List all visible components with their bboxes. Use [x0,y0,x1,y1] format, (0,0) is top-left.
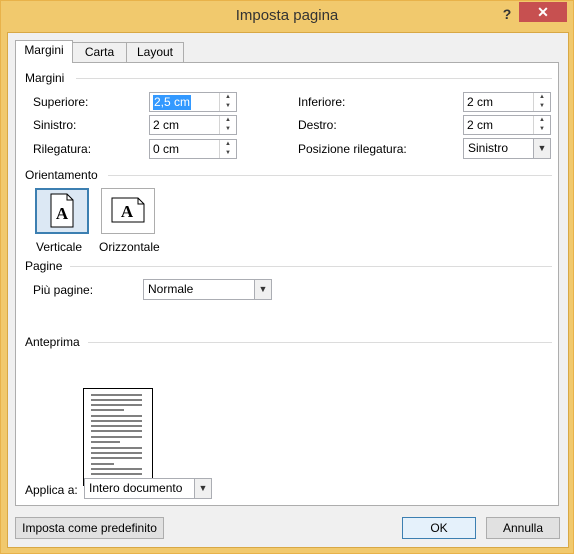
portrait-label[interactable]: Verticale [36,239,82,255]
divider [88,342,552,343]
spin-down-icon[interactable]: ▼ [220,125,236,134]
gutter-field[interactable]: 0 cm ▲ ▼ [149,139,237,159]
portrait-letter: A [56,204,69,223]
right-margin-label: Destro: [298,118,337,132]
right-margin-field[interactable]: 2 cm ▲ ▼ [463,115,551,135]
close-icon[interactable]: ✕ [519,2,567,22]
bottom-margin-label: Inferiore: [298,95,346,109]
dialog-body: Margini Carta Layout Margini Superiore: … [7,32,569,548]
spin-down-icon[interactable]: ▼ [220,102,236,111]
multiple-pages-value: Normale [148,282,194,296]
landscape-button[interactable]: A [101,188,155,234]
gutter-position-label: Posizione rilegatura: [298,142,407,156]
spin-up-icon[interactable]: ▲ [220,116,236,125]
bottom-margin-value: 2 cm [467,95,494,109]
left-margin-field[interactable]: 2 cm ▲ ▼ [149,115,237,135]
landscape-letter: A [121,202,134,221]
divider [70,266,552,267]
portrait-page-icon: A [50,193,74,228]
gutter-value: 0 cm [153,142,180,156]
set-as-default-button[interactable]: Imposta come predefinito [15,517,164,539]
landscape-label[interactable]: Orizzontale [99,239,160,255]
spin-arrows: ▲ ▼ [533,116,550,134]
multiple-pages-select[interactable]: Normale ▼ [143,279,272,300]
gutter-position-select[interactable]: Sinistro ▼ [463,138,551,159]
spin-up-icon[interactable]: ▲ [220,140,236,149]
section-title-pagine: Pagine [25,259,63,273]
section-title-margini: Margini [25,71,65,85]
apply-to-select[interactable]: Intero documento ▼ [84,478,212,499]
spin-up-icon[interactable]: ▲ [534,116,550,125]
landscape-page-icon: A [111,197,145,223]
spin-arrows: ▲ ▼ [219,116,236,134]
right-margin-value: 2 cm [467,118,494,132]
spin-up-icon[interactable]: ▲ [534,93,550,102]
title-bar: Imposta pagina ? ✕ [1,1,573,33]
tab-layout[interactable]: Layout [126,42,184,62]
divider [108,175,552,176]
page-setup-dialog: Imposta pagina ? ✕ Margini Carta Layout … [0,0,574,554]
top-margin-label: Superiore: [33,95,89,109]
page-preview [83,388,153,486]
ok-button[interactable]: OK [402,517,476,539]
section-title-anteprima: Anteprima [25,335,80,349]
spin-arrows: ▲ ▼ [533,93,550,111]
tab-margini[interactable]: Margini [15,40,73,63]
spin-down-icon[interactable]: ▼ [534,125,550,134]
multiple-pages-label: Più pagine: [33,283,94,297]
tab-carta[interactable]: Carta [72,42,127,62]
apply-to-value: Intero documento [89,481,183,495]
chevron-down-icon[interactable]: ▼ [254,280,271,299]
gutter-label: Rilegatura: [33,142,92,156]
chevron-down-icon[interactable]: ▼ [194,479,211,498]
gutter-position-value: Sinistro [468,141,509,155]
spin-arrows: ▲ ▼ [219,93,236,111]
spin-down-icon[interactable]: ▼ [220,149,236,158]
tab-panel-margini: Margini Superiore: 2,5 cm ▲ ▼ Inferiore: … [15,62,559,506]
help-icon[interactable]: ? [497,6,517,26]
divider [76,78,552,79]
cancel-button[interactable]: Annulla [486,517,560,539]
spin-arrows: ▲ ▼ [219,140,236,158]
left-margin-label: Sinistro: [33,118,77,132]
preview-text-lines [91,394,142,480]
chevron-down-icon[interactable]: ▼ [533,139,550,158]
spin-up-icon[interactable]: ▲ [220,93,236,102]
left-margin-value: 2 cm [153,118,180,132]
bottom-margin-field[interactable]: 2 cm ▲ ▼ [463,92,551,112]
spin-down-icon[interactable]: ▼ [534,102,550,111]
top-margin-value: 2,5 cm [153,95,192,110]
apply-to-label: Applica a: [25,483,78,497]
portrait-button[interactable]: A [35,188,89,234]
section-title-orientamento: Orientamento [25,168,98,182]
dialog-title: Imposta pagina [235,7,339,24]
top-margin-field[interactable]: 2,5 cm ▲ ▼ [149,92,237,112]
